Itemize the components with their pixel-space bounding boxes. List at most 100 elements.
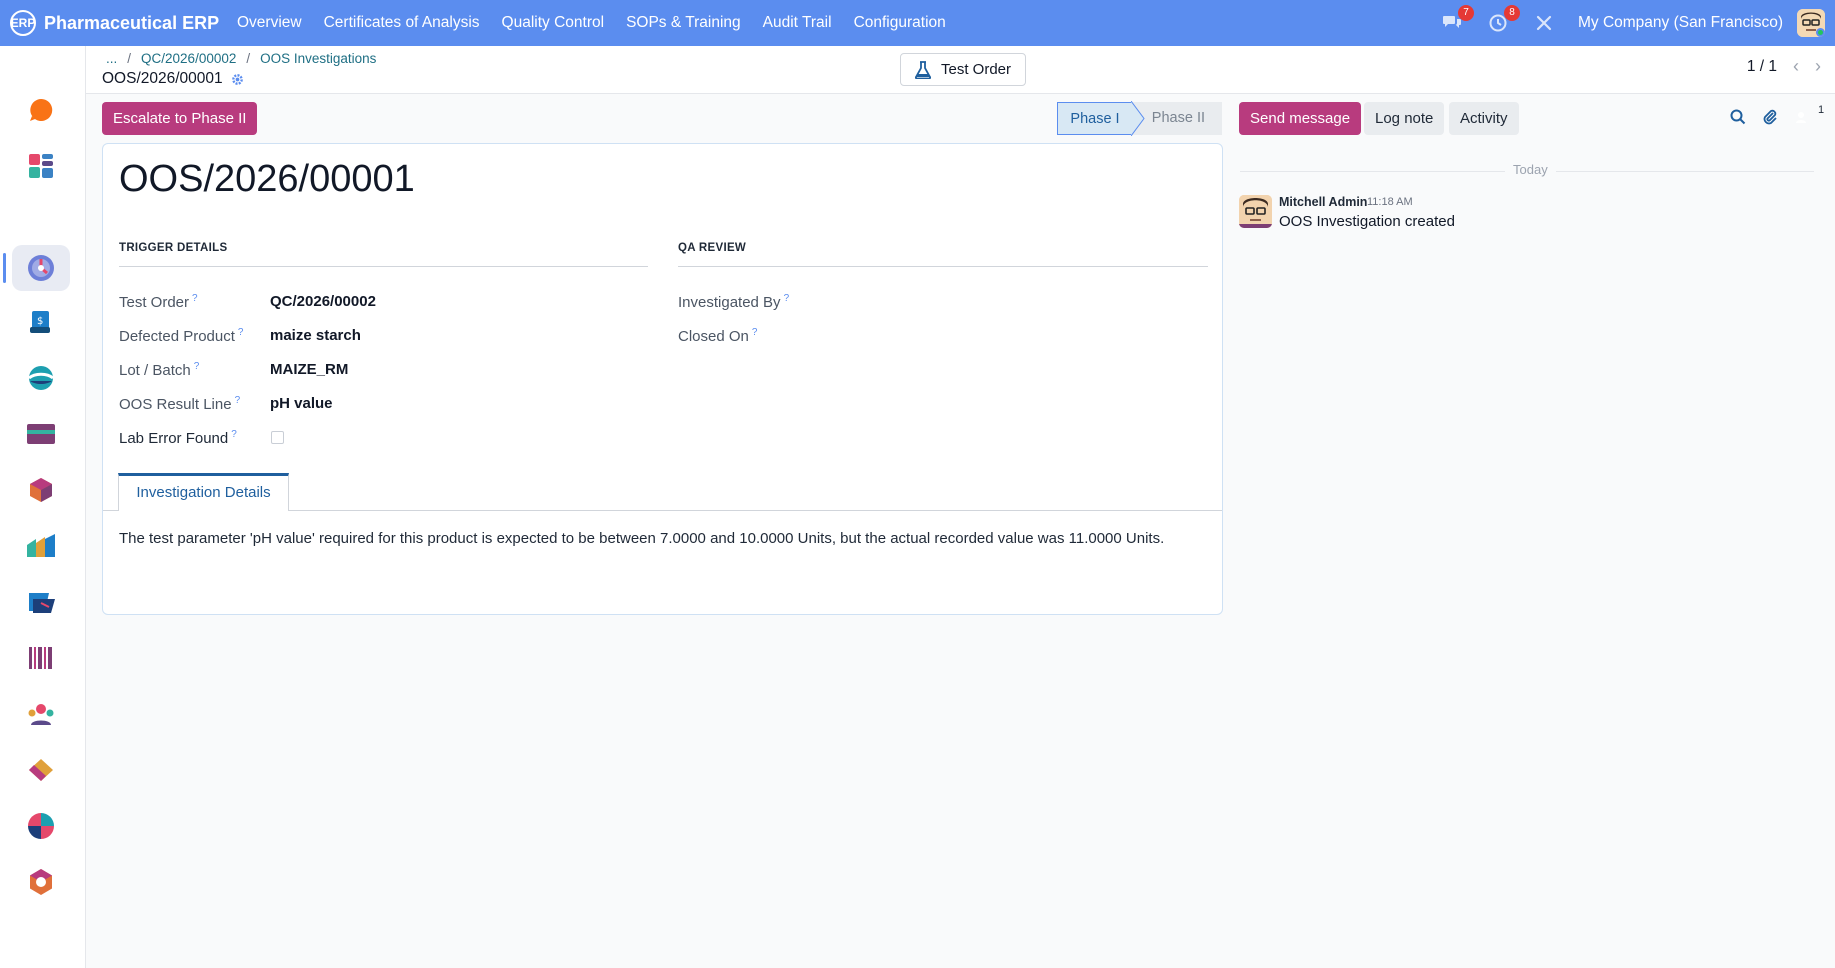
status-phase-i[interactable]: Phase I — [1057, 102, 1132, 135]
menu-sops-training[interactable]: SOPs & Training — [615, 0, 752, 46]
sidebar-app-inventory[interactable] — [12, 467, 70, 513]
activities-systray[interactable]: 8 — [1486, 5, 1520, 35]
documents-app-icon — [27, 424, 55, 444]
messages-systray[interactable]: 7 — [1440, 5, 1474, 35]
field-value-oos-result-line[interactable]: pH value — [270, 395, 333, 412]
company-switcher[interactable]: My Company (San Francisco) — [1578, 14, 1783, 32]
sidebar-app-settings[interactable] — [12, 859, 70, 905]
breadcrumb-oos-investigations[interactable]: OOS Investigations — [260, 51, 376, 66]
control-panel: ... / QC/2026/00002 / OOS Investigations… — [86, 46, 1835, 94]
group-divider — [119, 266, 648, 267]
dashboard-app-icon — [29, 154, 53, 178]
date-separator-label: Today — [1505, 162, 1556, 177]
user-avatar[interactable] — [1797, 9, 1825, 37]
status-phase-ii[interactable]: Phase II — [1132, 102, 1222, 135]
systray: 7 8 My Company (San Francisco) — [1440, 5, 1835, 37]
active-app-marker — [3, 253, 6, 283]
message-time: 11:18 AM — [1367, 196, 1413, 208]
lab-error-found-checkbox[interactable] — [271, 431, 284, 444]
gear-icon[interactable] — [231, 73, 244, 86]
menu-certificates-of-analysis[interactable]: Certificates of Analysis — [313, 0, 491, 46]
sidebar-app-discuss[interactable] — [12, 87, 70, 133]
message-body: OOS Investigation created — [1279, 213, 1455, 230]
investigation-description[interactable]: The test parameter 'pH value' required f… — [119, 530, 1164, 547]
message-author-avatar[interactable] — [1239, 195, 1272, 228]
menu-quality-control[interactable]: Quality Control — [491, 0, 616, 46]
app-name[interactable]: Pharmaceutical ERP — [44, 13, 219, 34]
brand[interactable]: ERP Pharmaceutical ERP — [0, 10, 226, 36]
pager-next-button[interactable]: › — [1815, 56, 1821, 77]
sidebar-app-manufacturing[interactable] — [12, 523, 70, 569]
help-tooltip-icon[interactable]: ? — [194, 361, 200, 372]
inventory-app-icon — [30, 478, 52, 502]
followers-icon[interactable] — [1794, 110, 1808, 124]
debug-tools[interactable] — [1532, 11, 1556, 35]
sidebar-app-sign[interactable] — [12, 579, 70, 625]
breadcrumb-separator: / — [127, 51, 132, 66]
record-pager: 1 / 1 ‹ › — [1747, 56, 1821, 77]
field-label-test-order: Test Order? — [119, 293, 198, 311]
field-value-test-order[interactable]: QC/2026/00002 — [270, 293, 376, 310]
field-label-lab-error-found: Lab Error Found? — [119, 429, 237, 447]
help-tooltip-icon[interactable]: ? — [784, 293, 790, 304]
escalate-phase-ii-button[interactable]: Escalate to Phase II — [102, 102, 258, 135]
sidebar-app-barcode[interactable] — [12, 635, 70, 681]
sidebar-app-helpdesk[interactable] — [12, 747, 70, 793]
log-note-button[interactable]: Log note — [1364, 102, 1445, 135]
help-tooltip-icon[interactable]: ? — [238, 327, 244, 338]
manufacturing-app-icon — [27, 534, 55, 557]
menu-audit-trail[interactable]: Audit Trail — [752, 0, 843, 46]
current-record: OOS/2026/00001 — [102, 70, 244, 88]
group-divider — [678, 266, 1208, 267]
pager-previous-button[interactable]: ‹ — [1793, 56, 1799, 77]
breadcrumb-more[interactable]: ... — [106, 51, 117, 66]
barcode-app-icon — [29, 647, 52, 669]
test-order-smart-button[interactable]: Test Order — [900, 53, 1026, 86]
qa-review-heading: QA REVIEW — [678, 242, 747, 254]
trigger-details-heading: TRIGGER DETAILS — [119, 242, 228, 254]
field-value-lot-batch[interactable]: MAIZE_RM — [270, 361, 348, 378]
pager-value[interactable]: 1 / 1 — [1747, 58, 1777, 76]
record-title: OOS/2026/00001 — [119, 158, 415, 200]
flask-icon — [914, 60, 931, 79]
help-tooltip-icon[interactable]: ? — [231, 429, 237, 440]
chatter-topbar-icons: 1 — [1730, 104, 1824, 125]
search-icon[interactable] — [1730, 109, 1746, 125]
menu-configuration[interactable]: Configuration — [843, 0, 957, 46]
follower-count: 1 — [1818, 103, 1825, 116]
sidebar-app-employees[interactable] — [12, 691, 70, 737]
activities-badge: 8 — [1503, 5, 1520, 21]
paperclip-icon[interactable] — [1762, 108, 1778, 125]
sidebar-app-documents[interactable] — [12, 411, 70, 457]
activity-button[interactable]: Activity — [1449, 102, 1519, 135]
app-sidebar: $ — [0, 46, 86, 968]
help-tooltip-icon[interactable]: ? — [752, 327, 758, 338]
sidebar-app-invoicing[interactable]: $ — [12, 299, 70, 345]
sidebar-app-quality[interactable] — [12, 245, 70, 291]
status-arrow-icon — [1131, 101, 1145, 136]
test-order-label: Test Order — [940, 61, 1012, 78]
sidebar-app-website[interactable] — [12, 355, 70, 401]
website-app-icon — [28, 366, 54, 390]
employees-app-icon — [28, 704, 54, 725]
send-message-button[interactable]: Send message — [1239, 102, 1362, 135]
field-value-defected-product[interactable]: maize starch — [270, 327, 361, 344]
sidebar-app-spreadsheet[interactable] — [12, 803, 70, 849]
app-logo-icon: ERP — [10, 10, 36, 36]
field-label-oos-result-line: OOS Result Line? — [119, 395, 241, 413]
help-tooltip-icon[interactable]: ? — [192, 293, 198, 304]
breadcrumb-test-order[interactable]: QC/2026/00002 — [141, 51, 236, 66]
settings-app-icon — [30, 869, 52, 895]
current-record-name: OOS/2026/00001 — [102, 70, 223, 87]
tab-investigation-details[interactable]: Investigation Details — [118, 473, 289, 511]
main-menu: Overview Certificates of Analysis Qualit… — [226, 0, 957, 46]
spreadsheet-app-icon — [28, 813, 54, 839]
sign-app-icon — [29, 593, 55, 613]
chat-app-icon — [30, 98, 53, 121]
field-label-lot-batch: Lot / Batch? — [119, 361, 200, 379]
message-author[interactable]: Mitchell Admin — [1279, 195, 1367, 209]
sidebar-app-dashboard[interactable] — [12, 143, 70, 189]
help-tooltip-icon[interactable]: ? — [235, 395, 241, 406]
breadcrumb: ... / QC/2026/00002 / OOS Investigations — [106, 51, 376, 66]
menu-overview[interactable]: Overview — [226, 0, 313, 46]
